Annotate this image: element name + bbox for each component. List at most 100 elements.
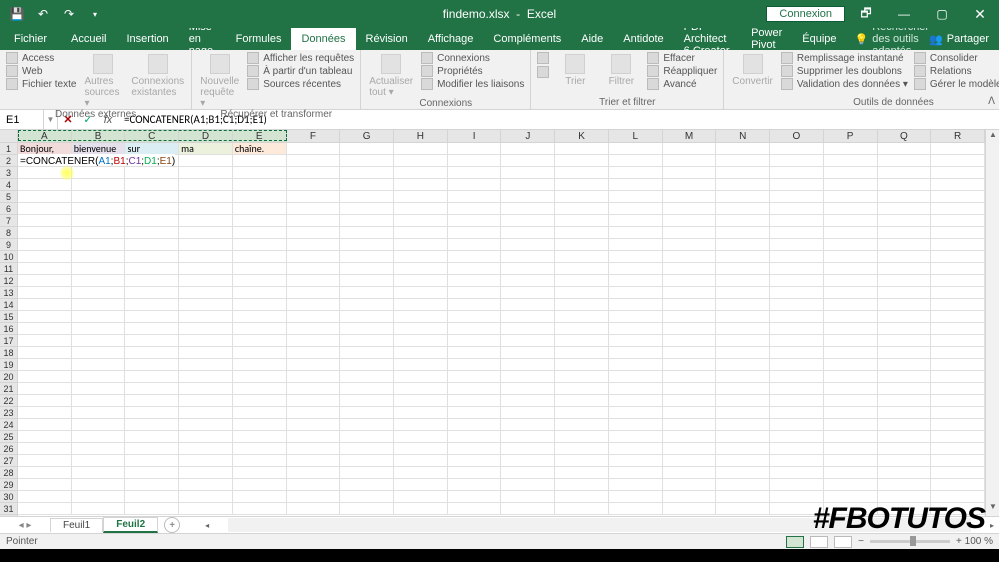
cell-K26[interactable]	[555, 443, 609, 454]
cell-P8[interactable]	[824, 227, 878, 238]
cell-K9[interactable]	[555, 239, 609, 250]
row-header-6[interactable]: 6	[0, 203, 17, 215]
cell-B10[interactable]	[72, 251, 126, 262]
cell-O4[interactable]	[770, 179, 824, 190]
cell-E20[interactable]	[233, 371, 287, 382]
cell-B14[interactable]	[72, 299, 126, 310]
cell-M12[interactable]	[663, 275, 717, 286]
cell-I18[interactable]	[448, 347, 502, 358]
cell-I27[interactable]	[448, 455, 502, 466]
text-to-columns-button[interactable]: Convertir	[730, 52, 775, 87]
cell-P7[interactable]	[824, 215, 878, 226]
cell-G27[interactable]	[340, 455, 394, 466]
row-header-23[interactable]: 23	[0, 407, 17, 419]
cell-H2[interactable]	[394, 155, 448, 166]
cell-H31[interactable]	[394, 503, 448, 514]
cell-J30[interactable]	[501, 491, 555, 502]
cell-H6[interactable]	[394, 203, 448, 214]
cell-H11[interactable]	[394, 263, 448, 274]
cell-N11[interactable]	[716, 263, 770, 274]
cell-D20[interactable]	[179, 371, 233, 382]
cell-D21[interactable]	[179, 383, 233, 394]
column-header-E[interactable]: E	[233, 130, 287, 142]
cell-I9[interactable]	[448, 239, 502, 250]
row-header-13[interactable]: 13	[0, 287, 17, 299]
cell-B18[interactable]	[72, 347, 126, 358]
cell-K28[interactable]	[555, 467, 609, 478]
cell-A28[interactable]	[18, 467, 72, 478]
cell-G10[interactable]	[340, 251, 394, 262]
cell-O16[interactable]	[770, 323, 824, 334]
row-header-1[interactable]: 1	[0, 143, 17, 155]
cell-L24[interactable]	[609, 419, 663, 430]
cell-C16[interactable]	[125, 323, 179, 334]
cell-L30[interactable]	[609, 491, 663, 502]
advanced-button[interactable]: Avancé	[647, 78, 717, 90]
cell-E2[interactable]	[233, 155, 287, 166]
from-access-button[interactable]: Access	[6, 52, 76, 64]
cell-K5[interactable]	[555, 191, 609, 202]
cell-C17[interactable]	[125, 335, 179, 346]
cell-G12[interactable]	[340, 275, 394, 286]
cell-M31[interactable]	[663, 503, 717, 514]
cell-H3[interactable]	[394, 167, 448, 178]
cell-E17[interactable]	[233, 335, 287, 346]
cell-A11[interactable]	[18, 263, 72, 274]
cell-G13[interactable]	[340, 287, 394, 298]
cell-O27[interactable]	[770, 455, 824, 466]
cell-F1[interactable]	[287, 143, 341, 154]
cell-H24[interactable]	[394, 419, 448, 430]
cell-O6[interactable]	[770, 203, 824, 214]
cell-L15[interactable]	[609, 311, 663, 322]
row-header-4[interactable]: 4	[0, 179, 17, 191]
cell-B20[interactable]	[72, 371, 126, 382]
cell-M16[interactable]	[663, 323, 717, 334]
connexion-button[interactable]: Connexion	[766, 6, 845, 22]
cell-M2[interactable]	[663, 155, 717, 166]
cell-J21[interactable]	[501, 383, 555, 394]
ribbon-options-icon[interactable]: 🗗	[849, 0, 883, 28]
cell-G28[interactable]	[340, 467, 394, 478]
cell-K19[interactable]	[555, 359, 609, 370]
cell-M23[interactable]	[663, 407, 717, 418]
cell-E28[interactable]	[233, 467, 287, 478]
cell-D26[interactable]	[179, 443, 233, 454]
cell-D2[interactable]	[179, 155, 233, 166]
cell-G23[interactable]	[340, 407, 394, 418]
cell-I13[interactable]	[448, 287, 502, 298]
cell-N20[interactable]	[716, 371, 770, 382]
row-header-27[interactable]: 27	[0, 455, 17, 467]
cell-H19[interactable]	[394, 359, 448, 370]
tab-layout[interactable]: Mise en page	[179, 28, 226, 50]
cell-R14[interactable]	[931, 299, 985, 310]
cell-P22[interactable]	[824, 395, 878, 406]
show-queries-button[interactable]: Afficher les requêtes	[247, 52, 354, 64]
cell-G3[interactable]	[340, 167, 394, 178]
cell-E22[interactable]	[233, 395, 287, 406]
cell-N7[interactable]	[716, 215, 770, 226]
cell-L25[interactable]	[609, 431, 663, 442]
cell-I10[interactable]	[448, 251, 502, 262]
sort-az-button[interactable]	[537, 52, 549, 64]
cell-H5[interactable]	[394, 191, 448, 202]
cell-C1[interactable]: sur	[125, 143, 179, 154]
cell-J11[interactable]	[501, 263, 555, 274]
cell-A27[interactable]	[18, 455, 72, 466]
cell-E11[interactable]	[233, 263, 287, 274]
cell-N23[interactable]	[716, 407, 770, 418]
cell-Q23[interactable]	[878, 407, 932, 418]
row-header-10[interactable]: 10	[0, 251, 17, 263]
cell-M14[interactable]	[663, 299, 717, 310]
cell-C12[interactable]	[125, 275, 179, 286]
cell-K14[interactable]	[555, 299, 609, 310]
cell-B24[interactable]	[72, 419, 126, 430]
cell-L26[interactable]	[609, 443, 663, 454]
cell-F10[interactable]	[287, 251, 341, 262]
cell-F25[interactable]	[287, 431, 341, 442]
cell-L5[interactable]	[609, 191, 663, 202]
cell-L6[interactable]	[609, 203, 663, 214]
cell-N28[interactable]	[716, 467, 770, 478]
cell-O17[interactable]	[770, 335, 824, 346]
cell-O1[interactable]	[770, 143, 824, 154]
cell-A20[interactable]	[18, 371, 72, 382]
